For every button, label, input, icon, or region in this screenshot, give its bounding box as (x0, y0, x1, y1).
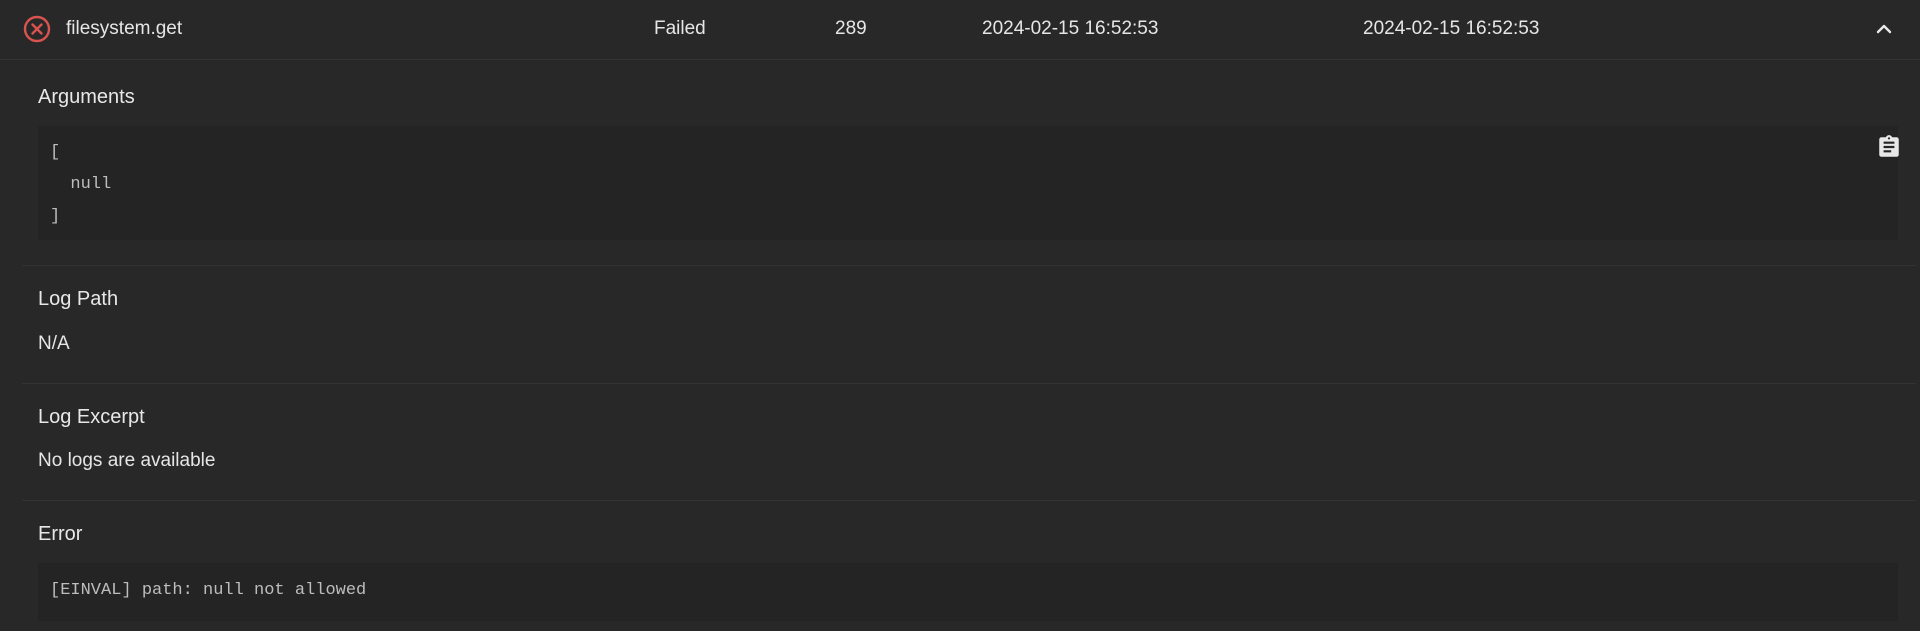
log-excerpt-title: Log Excerpt (38, 406, 145, 428)
arguments-line: ] (50, 207, 61, 226)
error-code-block: [EINVAL] path: null not allowed (38, 563, 1898, 621)
error-circle-icon (23, 15, 51, 43)
job-row[interactable]: filesystem.get Failed 289 2024-02-15 16:… (0, 0, 1920, 60)
log-excerpt-value: No logs are available (38, 450, 216, 471)
arguments-title: Arguments (38, 86, 135, 108)
arguments-code-block: [ null ] (38, 126, 1898, 240)
job-details: Arguments [ null ] Log Path N/A Log Exce… (22, 60, 1916, 631)
error-title: Error (38, 523, 83, 545)
job-finished-time: 2024-02-15 16:52:53 (1363, 18, 1540, 39)
log-path-title: Log Path (38, 288, 119, 310)
log-path-section: Log Path N/A (22, 266, 1916, 384)
clipboard-icon[interactable] (1876, 134, 1902, 160)
job-state: Failed (654, 18, 706, 39)
log-path-value: N/A (38, 333, 70, 354)
error-message: [EINVAL] path: null not allowed (50, 581, 367, 600)
arguments-section: Arguments [ null ] (22, 60, 1916, 266)
job-method: filesystem.get (66, 18, 183, 39)
arguments-line: null (50, 175, 112, 194)
arguments-line: [ (50, 143, 61, 162)
log-excerpt-section: Log Excerpt No logs are available (22, 384, 1916, 501)
job-id: 289 (835, 18, 867, 39)
error-section: Error [EINVAL] path: null not allowed (22, 501, 1916, 631)
job-started-time: 2024-02-15 16:52:53 (982, 18, 1159, 39)
chevron-up-icon[interactable] (1872, 17, 1896, 41)
